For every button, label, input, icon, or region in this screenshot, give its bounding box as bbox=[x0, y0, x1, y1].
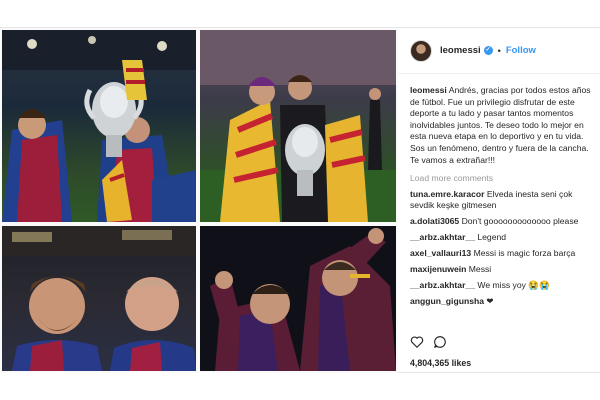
comment-username[interactable]: maxijenuwein bbox=[410, 264, 466, 274]
photo-trophy-lift bbox=[2, 30, 196, 222]
comment-text: Messi is magic forza barça bbox=[473, 248, 576, 259]
likes-number: 4,804,365 bbox=[410, 358, 450, 368]
comment-item: __arbz.akhtar__ Legend bbox=[410, 232, 594, 243]
comment-username[interactable]: axel_vallauri13 bbox=[410, 248, 471, 258]
comment-username[interactable]: a.dolati3065 bbox=[410, 216, 459, 226]
comments-section: leomessi Andrés, gracias por todos estos… bbox=[410, 85, 594, 312]
likes-label: likes bbox=[451, 358, 472, 368]
comment-text: We miss yoy 😭😭 bbox=[477, 280, 550, 291]
caption-username[interactable]: leomessi bbox=[410, 85, 447, 95]
separator-dot: • bbox=[497, 45, 501, 56]
post-image-collage[interactable] bbox=[0, 28, 398, 373]
post-sidebar: leomessi ✓ • Follow leomessi Andrés, gra… bbox=[398, 28, 600, 373]
photo-messi-iniesta-closeup bbox=[2, 226, 196, 371]
post-username[interactable]: leomessi bbox=[440, 45, 481, 56]
verified-badge-icon: ✓ bbox=[483, 46, 493, 55]
comment-item: __arbz.akhtar__ We miss yoy 😭😭 bbox=[410, 280, 594, 291]
photo-celebration-flag bbox=[200, 30, 396, 222]
photo-celebration-fists bbox=[200, 226, 396, 371]
comment-text: Don't gooooooooooooo please bbox=[461, 216, 579, 227]
follow-button[interactable]: Follow bbox=[506, 45, 536, 56]
instagram-post: leomessi ✓ • Follow leomessi Andrés, gra… bbox=[0, 27, 600, 373]
comment-item: tuna.emre.karacor Elveda inesta seni çok… bbox=[410, 189, 594, 211]
avatar[interactable] bbox=[410, 39, 432, 62]
comment-item: maxijenuwein Messi bbox=[410, 264, 594, 275]
comment-username[interactable]: __arbz.akhtar__ bbox=[410, 280, 475, 290]
comment-username[interactable]: tuna.emre.karacor bbox=[410, 189, 485, 199]
post-actions bbox=[410, 335, 590, 351]
post-caption: leomessi Andrés, gracias por todos estos… bbox=[410, 85, 594, 166]
comment-text: ❤ bbox=[486, 296, 494, 307]
comment-text: Legend bbox=[477, 232, 507, 243]
comment-icon[interactable] bbox=[433, 335, 447, 349]
comment-username[interactable]: __arbz.akhtar__ bbox=[410, 232, 475, 242]
likes-count[interactable]: 4,804,365 likes bbox=[410, 358, 471, 368]
comment-text: Messi bbox=[468, 264, 492, 275]
post-header: leomessi ✓ • Follow bbox=[398, 28, 600, 74]
comment-username[interactable]: anggun_gigunsha bbox=[410, 296, 484, 306]
caption-text: Andrés, gracias por todos estos años de … bbox=[410, 85, 591, 165]
comment-item: anggun_gigunsha ❤ bbox=[410, 296, 594, 307]
heart-icon[interactable] bbox=[410, 335, 424, 349]
load-more-comments-link[interactable]: Load more comments bbox=[410, 173, 594, 183]
comment-item: axel_vallauri13 Messi is magic forza bar… bbox=[410, 248, 594, 259]
comment-item: a.dolati3065 Don't gooooooooooooo please bbox=[410, 216, 594, 227]
